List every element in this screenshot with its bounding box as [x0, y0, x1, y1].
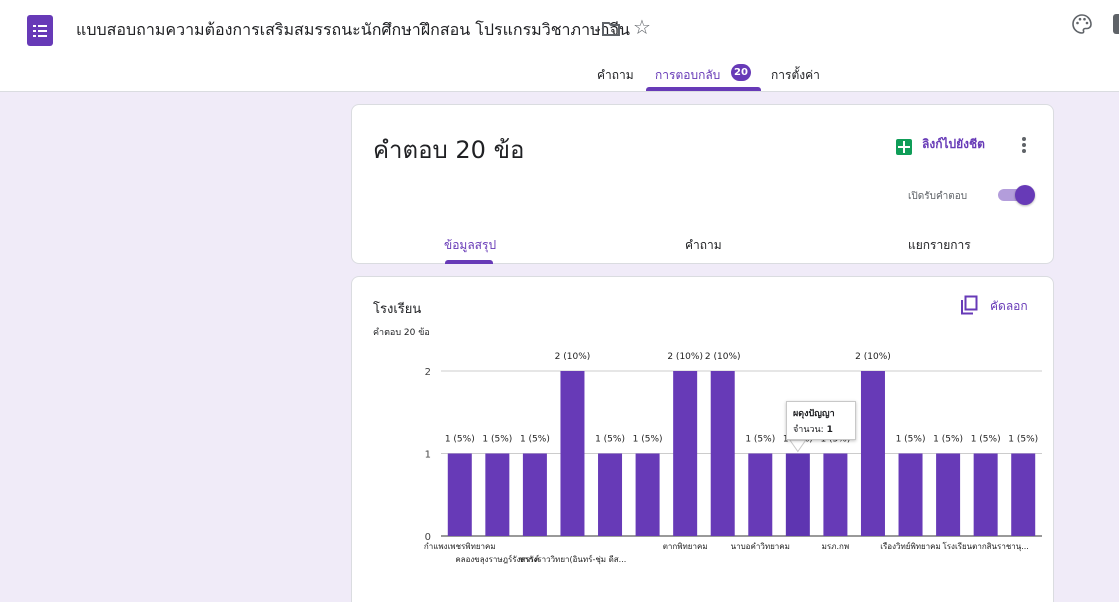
bar	[710, 371, 735, 536]
tab-questions[interactable]: คำถาม	[597, 66, 634, 85]
bar	[823, 453, 848, 536]
school-bar-chart: 0121 (5%) 1 (5%) 1 (5%)2 (10%)1 (5%) 1 (5%)…	[424, 352, 1042, 564]
x-tick-label: เรืองวิทย์พิทยาคม	[880, 541, 941, 551]
bar	[936, 453, 961, 536]
forms-icon[interactable]	[27, 15, 53, 46]
toggle-knob[interactable]	[1015, 185, 1035, 205]
accepting-responses-label: เปิดรับคำตอบ	[908, 191, 968, 202]
bar	[598, 453, 623, 536]
responses-summary-card: คำตอบ 20 ข้อ ลิงก์ไปยังชีต เปิดรับคำตอบ …	[351, 104, 1054, 264]
bar-data-label: 1 (5%)	[1008, 435, 1038, 445]
bar	[898, 453, 923, 536]
form-title[interactable]: แบบสอบถามความต้องการเสริมสมรรถนะนักศึกษา…	[76, 18, 630, 43]
link-to-sheets-button[interactable]: ลิงก์ไปยังชีต	[922, 135, 985, 154]
bar	[860, 371, 885, 536]
star-icon[interactable]: ☆	[633, 17, 651, 37]
x-tick-label: โรงเรียนตากสินราชานุ...	[942, 541, 1028, 551]
bar-data-label: 2 (10%)	[855, 352, 891, 362]
x-tick-label: กำแพงเพชรพิทยาคม	[424, 542, 496, 551]
question-card-school: โรงเรียน คำตอบ 20 ข้อ คัดลอก 0121 (5%) 1 …	[351, 276, 1054, 602]
tooltip-name: ผดุงปัญญา	[793, 409, 835, 419]
bar-data-label: 1 (5%)	[933, 435, 963, 445]
bar	[785, 453, 810, 536]
bar	[635, 453, 660, 536]
bar-data-label: 1 (5%)	[520, 435, 550, 445]
tooltip-pointer	[788, 439, 807, 453]
more-options-icon[interactable]	[1014, 135, 1034, 155]
responses-title: คำตอบ 20 ข้อ	[373, 136, 525, 164]
bar	[560, 371, 585, 536]
bar-data-label: 1 (5%)	[896, 435, 926, 445]
tab-question[interactable]: คำถาม	[685, 236, 722, 255]
x-tick-label: ชากังราววิทยา(อินทร์-ชุ่ม ดีส...	[519, 554, 627, 564]
bar-data-label: 1 (5%)	[445, 435, 475, 445]
palette-icon[interactable]	[1071, 13, 1093, 35]
bar-data-label: 2 (10%)	[555, 352, 591, 362]
x-tick-label: นาบอคำวิทยาคม	[731, 542, 790, 551]
bar-data-label: 1 (5%)	[745, 435, 775, 445]
bar-data-label: 1 (5%)	[633, 435, 663, 445]
account-avatar[interactable]	[1113, 14, 1119, 34]
bar-data-label: 2 (10%)	[667, 352, 703, 362]
top-bar: แบบสอบถามความต้องการเสริมสมรรถนะนักศึกษา…	[0, 0, 1119, 92]
x-tick-label: มรภ.กพ	[822, 542, 850, 551]
bar-data-label: 2 (10%)	[705, 352, 741, 362]
active-tab-indicator	[646, 87, 761, 91]
bar-data-label: 1 (5%)	[482, 435, 512, 445]
tab-individual[interactable]: แยกรายการ	[908, 236, 971, 255]
tab-summary[interactable]: ข้อมูลสรุป	[444, 236, 496, 255]
bar	[522, 453, 547, 536]
tooltip-label: จำนวน:	[793, 425, 827, 435]
sheets-icon[interactable]	[896, 139, 912, 155]
tooltip-value: 1	[826, 425, 833, 435]
responses-count-badge: 20	[731, 64, 751, 81]
summary-tab-indicator	[445, 260, 493, 264]
tab-settings[interactable]: การตั้งค่า	[771, 66, 820, 85]
x-tick-label: ตากพิทยาคม	[663, 542, 708, 551]
tab-responses[interactable]: การตอบกลับ	[655, 66, 720, 85]
y-tick-label: 2	[425, 367, 431, 378]
bar	[673, 371, 698, 536]
bar-tooltip: ผดุงปัญญา จำนวน: 1	[786, 401, 856, 440]
bar	[748, 453, 773, 536]
folder-icon[interactable]	[601, 20, 621, 38]
bar	[1011, 453, 1036, 536]
bar-data-label: 1 (5%)	[971, 435, 1001, 445]
bar	[973, 453, 998, 536]
bar	[485, 453, 510, 536]
y-tick-label: 1	[425, 450, 431, 461]
bar	[447, 453, 472, 536]
bar-data-label: 1 (5%)	[595, 435, 625, 445]
